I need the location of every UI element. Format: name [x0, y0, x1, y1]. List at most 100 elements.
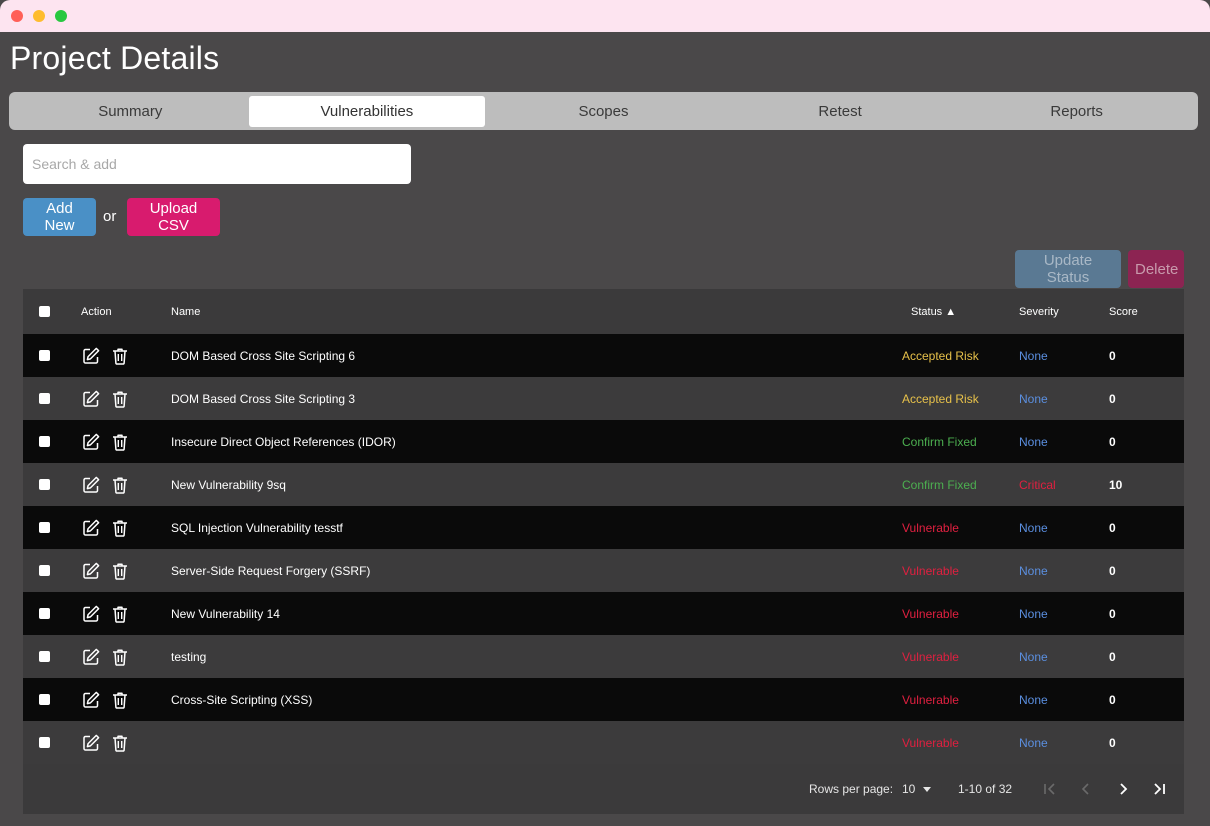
row-severity: Critical [1019, 477, 1056, 492]
row-name[interactable]: New Vulnerability 14 [171, 592, 280, 635]
table-row[interactable]: testing Vulnerable None 0 [23, 635, 1184, 678]
row-checkbox[interactable] [39, 522, 50, 533]
chevron-right-icon[interactable] [1115, 764, 1131, 814]
row-status: Vulnerable [902, 649, 959, 664]
search-input[interactable] [23, 144, 411, 184]
first-page-icon[interactable] [1042, 764, 1058, 814]
page-title: Project Details [10, 40, 220, 76]
tab-reports[interactable]: Reports [958, 96, 1195, 127]
row-status: Vulnerable [902, 735, 959, 750]
table-row[interactable]: New Vulnerability 9sq Confirm Fixed Critic… [23, 463, 1184, 506]
edit-icon[interactable] [81, 346, 101, 366]
edit-icon[interactable] [81, 475, 101, 495]
row-severity: None [1019, 735, 1048, 750]
edit-icon[interactable] [81, 389, 101, 409]
edit-icon[interactable] [81, 561, 101, 581]
row-name[interactable]: New Vulnerability 9sq [171, 463, 286, 506]
row-name[interactable]: Insecure Direct Object References (IDOR) [171, 420, 396, 463]
row-severity: None [1019, 606, 1048, 621]
row-checkbox[interactable] [39, 565, 50, 576]
row-status: Vulnerable [902, 606, 959, 621]
edit-icon[interactable] [81, 733, 101, 753]
row-score: 0 [1109, 692, 1116, 707]
table-pagination: Rows per page: 10 1-10 of 32 [23, 764, 1184, 814]
trash-icon[interactable] [110, 561, 130, 581]
row-score: 0 [1109, 649, 1116, 664]
edit-icon[interactable] [81, 432, 101, 452]
minimize-window-button[interactable] [33, 10, 45, 22]
row-checkbox[interactable] [39, 737, 50, 748]
maximize-window-button[interactable] [55, 10, 67, 22]
table-row[interactable]: Cross-Site Scripting (XSS) Vulnerable None… [23, 678, 1184, 721]
trash-icon[interactable] [110, 518, 130, 538]
table-row[interactable]: SQL Injection Vulnerability tesstf Vulner… [23, 506, 1184, 549]
add-new-button[interactable]: Add New [23, 198, 96, 236]
column-header-name[interactable]: Name [171, 289, 200, 334]
trash-icon[interactable] [110, 346, 130, 366]
row-name[interactable]: Server-Side Request Forgery (SSRF) [171, 549, 370, 592]
column-header-score[interactable]: Score [1109, 289, 1138, 334]
caret-down-icon [923, 786, 932, 792]
table-row[interactable]: Insecure Direct Object References (IDOR)… [23, 420, 1184, 463]
or-separator: or [103, 208, 117, 225]
row-name[interactable]: DOM Based Cross Site Scripting 6 [171, 334, 355, 377]
row-name[interactable]: SQL Injection Vulnerability tesstf [171, 506, 343, 549]
trash-icon[interactable] [110, 432, 130, 452]
row-checkbox[interactable] [39, 694, 50, 705]
table-row[interactable]: New Vulnerability 14 Vulnerable None 0 [23, 592, 1184, 635]
trash-icon[interactable] [110, 733, 130, 753]
row-score: 0 [1109, 735, 1116, 750]
row-checkbox[interactable] [39, 393, 50, 404]
tab-scopes[interactable]: Scopes [485, 96, 722, 127]
row-checkbox[interactable] [39, 651, 50, 662]
edit-icon[interactable] [81, 647, 101, 667]
vulnerabilities-table: Action Name Status ▲ Severity Score DOM … [23, 289, 1184, 814]
row-checkbox[interactable] [39, 479, 50, 490]
rows-per-page-select[interactable]: 10 [902, 764, 932, 814]
tab-retest[interactable]: Retest [722, 96, 959, 127]
edit-icon[interactable] [81, 518, 101, 538]
window-titlebar [0, 0, 1210, 32]
close-window-button[interactable] [11, 10, 23, 22]
column-header-status[interactable]: Status ▲ [911, 289, 956, 334]
row-status: Confirm Fixed [902, 477, 977, 492]
trash-icon[interactable] [110, 690, 130, 710]
delete-button[interactable]: Delete [1128, 250, 1184, 288]
last-page-icon[interactable] [1151, 764, 1167, 814]
trash-icon[interactable] [110, 647, 130, 667]
row-name[interactable]: Cross-Site Scripting (XSS) [171, 678, 312, 721]
column-header-action: Action [81, 305, 112, 318]
row-score: 0 [1109, 563, 1116, 578]
row-score: 0 [1109, 391, 1116, 406]
row-score: 0 [1109, 520, 1116, 535]
row-severity: None [1019, 692, 1048, 707]
update-status-button[interactable]: Update Status [1015, 250, 1121, 288]
upload-csv-button[interactable]: Upload CSV [127, 198, 220, 236]
row-status: Accepted Risk [902, 391, 979, 406]
row-name[interactable]: DOM Based Cross Site Scripting 3 [171, 377, 355, 420]
row-checkbox[interactable] [39, 436, 50, 447]
edit-icon[interactable] [81, 690, 101, 710]
tab-vulnerabilities[interactable]: Vulnerabilities [248, 95, 486, 127]
table-row[interactable]: DOM Based Cross Site Scripting 6 Accepted… [23, 334, 1184, 377]
trash-icon[interactable] [110, 475, 130, 495]
table-row[interactable]: Server-Side Request Forgery (SSRF) Vulner… [23, 549, 1184, 592]
row-severity: None [1019, 520, 1048, 535]
row-score: 10 [1109, 477, 1123, 492]
table-row[interactable]: DOM Based Cross Site Scripting 3 Accepted… [23, 377, 1184, 420]
row-checkbox[interactable] [39, 350, 50, 361]
row-score: 0 [1109, 606, 1116, 621]
trash-icon[interactable] [110, 389, 130, 409]
trash-icon[interactable] [110, 604, 130, 624]
tab-summary[interactable]: Summary [12, 96, 249, 127]
chevron-left-icon[interactable] [1078, 764, 1094, 814]
row-severity: None [1019, 649, 1048, 664]
select-all-checkbox[interactable] [39, 306, 50, 317]
edit-icon[interactable] [81, 604, 101, 624]
row-status: Accepted Risk [902, 348, 979, 363]
row-checkbox[interactable] [39, 608, 50, 619]
table-header: Action Name Status ▲ Severity Score [23, 289, 1184, 334]
row-name[interactable]: testing [171, 635, 206, 678]
column-header-severity[interactable]: Severity [1019, 289, 1059, 334]
table-row[interactable]: Vulnerable None 0 [23, 721, 1184, 764]
